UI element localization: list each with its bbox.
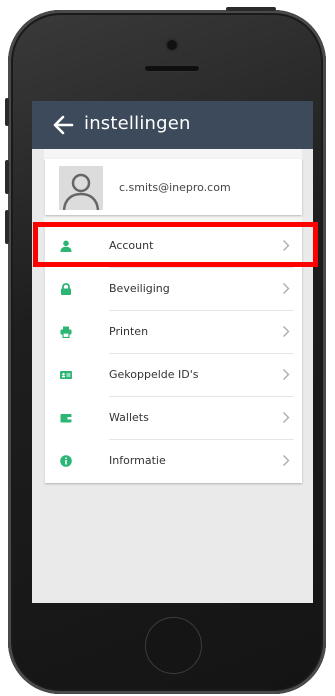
wallet-icon [60,414,72,423]
avatar [59,166,103,210]
volume-down-button [5,210,9,244]
app-screen: instellingen c.smits@inepro.com Account [32,101,313,603]
chevron-right-icon [283,455,290,466]
app-bar: instellingen [32,101,313,149]
menu-item-label: Beveiliging [109,282,170,295]
chevron-right-icon [283,412,290,423]
page-title: instellingen [84,113,191,134]
default-avatar-icon [62,173,100,210]
chevron-right-icon [283,369,290,380]
mute-switch [5,98,9,126]
power-button [226,7,276,11]
menu-item-beveiliging[interactable]: Beveiliging [45,268,302,311]
chevron-right-icon [283,326,290,337]
profile-card[interactable]: c.smits@inepro.com [45,159,302,215]
menu-item-printen[interactable]: Printen [45,311,302,354]
menu-item-wallets[interactable]: Wallets [45,397,302,440]
menu-item-label: Wallets [109,411,149,424]
highlight-box [33,222,318,267]
menu-item-informatie[interactable]: Informatie [45,440,302,483]
menu-item-label: Printen [109,325,149,338]
home-button[interactable] [145,617,202,674]
printer-icon [60,326,72,338]
user-email: c.smits@inepro.com [119,181,231,194]
menu-item-label: Gekoppelde ID's [109,368,199,381]
settings-panel: c.smits@inepro.com Account Beveiliging P… [44,149,302,483]
front-camera [167,40,177,50]
earpiece-speaker [145,66,199,71]
back-arrow-icon[interactable] [52,115,74,135]
lock-icon [61,283,71,295]
info-icon [60,455,72,467]
id-card-icon [60,371,72,379]
menu-item-gekoppelde-ids[interactable]: Gekoppelde ID's [45,354,302,397]
volume-up-button [5,160,9,194]
menu-item-label: Informatie [109,454,166,467]
chevron-right-icon [283,283,290,294]
